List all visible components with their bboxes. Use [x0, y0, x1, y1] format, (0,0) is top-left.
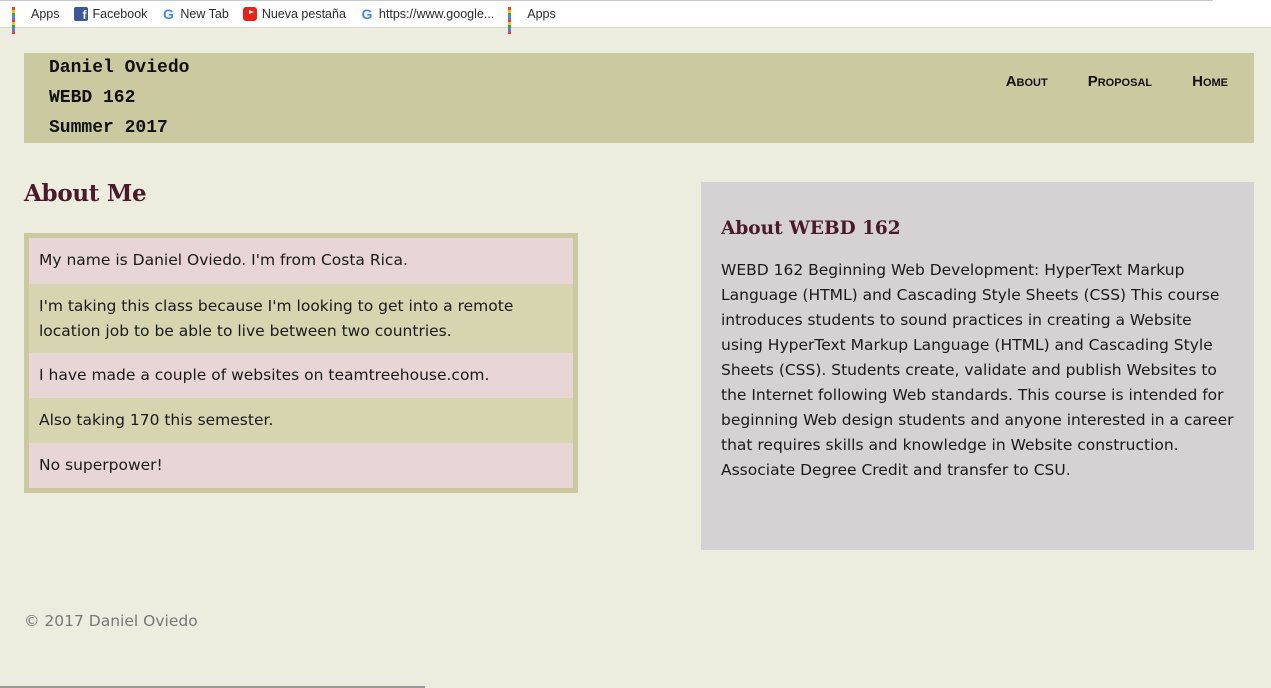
site-identity: Daniel Oviedo WEBD 162 Summer 2017 — [49, 58, 189, 148]
about-course-title: About WEBD 162 — [721, 218, 901, 239]
bookmark-apps-2[interactable]: Apps — [500, 0, 562, 34]
about-course-description: WEBD 162 Beginning Web Development: Hype… — [721, 261, 1234, 479]
google-icon: G — [361, 5, 373, 22]
site-header: Daniel Oviedo WEBD 162 Summer 2017 About… — [24, 53, 1254, 143]
main-nav: About Proposal Home — [966, 73, 1228, 90]
google-icon: G — [162, 5, 174, 22]
list-item: I have made a couple of websites on team… — [29, 353, 573, 398]
page-title: About Me — [24, 180, 147, 207]
about-me-list: My name is Daniel Oviedo. I'm from Costa… — [24, 233, 578, 493]
bookmark-label: Apps — [31, 6, 60, 21]
nav-link-home[interactable]: Home — [1192, 73, 1228, 90]
facebook-icon: f — [73, 6, 88, 21]
nav-link-about[interactable]: About — [1006, 73, 1048, 90]
list-item: I'm taking this class because I'm lookin… — [29, 284, 573, 353]
bookmark-label: New Tab — [180, 6, 229, 21]
course-code: WEBD 162 — [49, 88, 136, 108]
bookmark-label: Facebook — [92, 6, 148, 21]
author-name: Daniel Oviedo — [49, 58, 190, 78]
bookmark-new-tab[interactable]: G New Tab — [153, 0, 234, 28]
bookmark-label: https://www.google... — [378, 6, 495, 21]
footer-copyright: © 2017 Daniel Oviedo — [24, 612, 198, 630]
bookmark-facebook[interactable]: f Facebook — [66, 0, 154, 28]
youtube-icon — [242, 7, 257, 21]
list-item: My name is Daniel Oviedo. I'm from Costa… — [29, 238, 573, 284]
apps-icon — [12, 6, 26, 34]
list-item: No superpower! — [29, 443, 573, 488]
bookmark-label: Apps — [527, 6, 556, 21]
term: Summer 2017 — [49, 118, 168, 138]
bookmark-nueva-pestana[interactable]: Nueva pestaña — [235, 0, 352, 28]
about-course-panel: About WEBD 162 WEBD 162 Beginning Web De… — [701, 182, 1254, 550]
bookmarks-bar: Apps f Facebook G New Tab Nueva pestaña … — [0, 0, 1271, 34]
bookmark-apps[interactable]: Apps — [0, 0, 66, 34]
list-item: Also taking 170 this semester. — [29, 398, 573, 443]
nav-link-proposal[interactable]: Proposal — [1088, 73, 1152, 90]
bookmark-google-url[interactable]: G https://www.google... — [352, 0, 500, 28]
apps-icon — [508, 6, 522, 34]
bookmarks-bar-edge — [0, 0, 1213, 1]
bookmark-label: Nueva pestaña — [261, 6, 346, 21]
